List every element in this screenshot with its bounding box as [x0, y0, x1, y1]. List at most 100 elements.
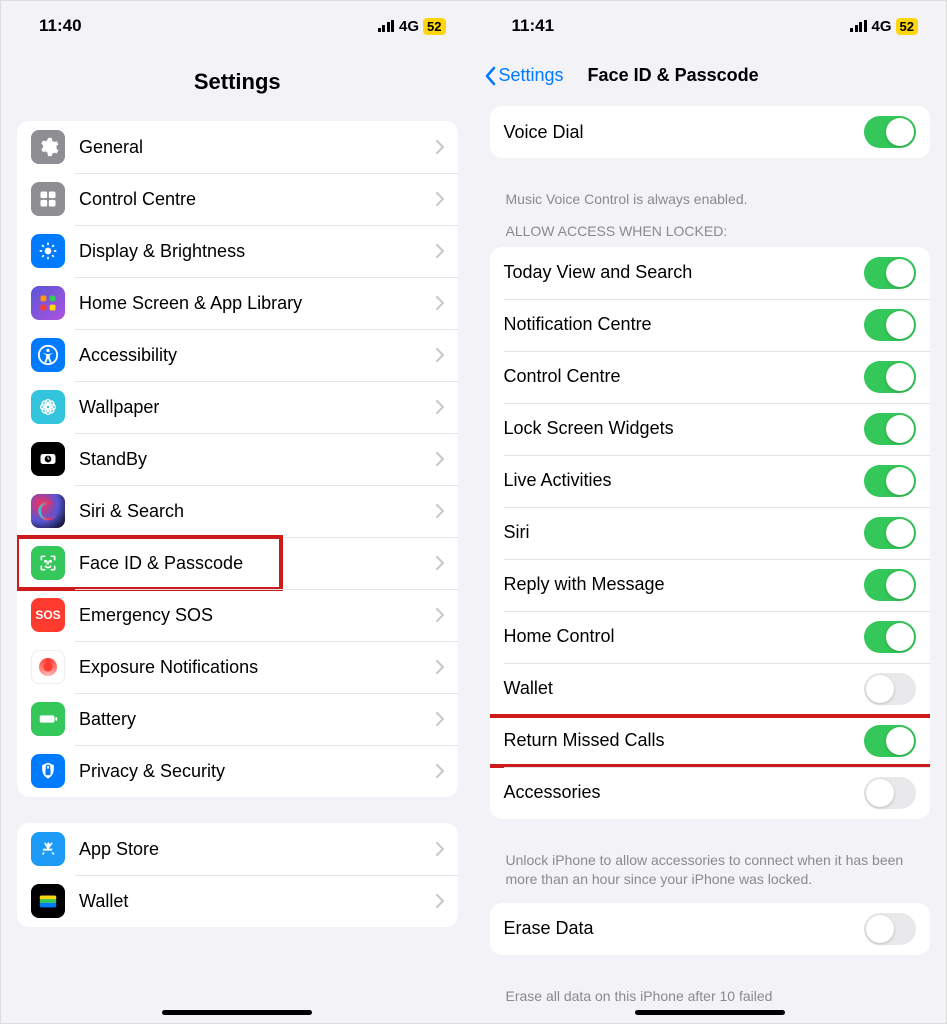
settings-row-wallpaper[interactable]: Wallpaper: [17, 381, 458, 433]
row-label: Accessibility: [79, 345, 436, 366]
settings-row-accessibility[interactable]: Accessibility: [17, 329, 458, 381]
row-label: Wallpaper: [79, 397, 436, 418]
settings-row-general[interactable]: General: [17, 121, 458, 173]
row-label: Privacy & Security: [79, 761, 436, 782]
exposure-icon: [31, 650, 65, 684]
settings-row-exposure[interactable]: Exposure Notifications: [17, 641, 458, 693]
chevron-right-icon: [436, 556, 444, 570]
settings-list[interactable]: General Control Centre Display & Brightnes…: [1, 121, 474, 1023]
access-row-wallet-access[interactable]: Wallet: [490, 663, 931, 715]
erase-data-row[interactable]: Erase Data: [490, 903, 931, 955]
battery-badge: 52: [423, 18, 445, 35]
chevron-right-icon: [436, 296, 444, 310]
wallpaper-icon: [31, 390, 65, 424]
chevron-right-icon: [436, 192, 444, 206]
settings-row-appstore[interactable]: App Store: [17, 823, 458, 875]
settings-row-faceid[interactable]: Face ID & Passcode: [17, 537, 458, 589]
row-label: Face ID & Passcode: [79, 553, 436, 574]
settings-row-wallet[interactable]: Wallet: [17, 875, 458, 927]
chevron-right-icon: [436, 400, 444, 414]
row-label: Display & Brightness: [79, 241, 436, 262]
row-label: Siri & Search: [79, 501, 436, 522]
row-label: Battery: [79, 709, 436, 730]
back-button[interactable]: Settings: [484, 65, 564, 86]
faceid-content[interactable]: Voice Dial Music Voice Control is always…: [474, 106, 947, 1023]
chevron-right-icon: [436, 348, 444, 362]
voice-dial-toggle[interactable]: [864, 116, 916, 148]
settings-row-sos[interactable]: SOSEmergency SOS: [17, 589, 458, 641]
settings-row-siri[interactable]: Siri & Search: [17, 485, 458, 537]
row-label: Notification Centre: [504, 314, 865, 335]
row-label: Return Missed Calls: [504, 730, 865, 751]
row-label: Home Screen & App Library: [79, 293, 436, 314]
settings-row-standby[interactable]: StandBy: [17, 433, 458, 485]
chevron-right-icon: [436, 660, 444, 674]
home-indicator[interactable]: [162, 1010, 312, 1015]
battery-icon: [31, 702, 65, 736]
nav-bar: Settings Face ID & Passcode: [474, 51, 947, 106]
status-bar: 11:41 4G 52: [474, 1, 947, 51]
access-row-today-view[interactable]: Today View and Search: [490, 247, 931, 299]
lock-widgets-toggle[interactable]: [864, 413, 916, 445]
row-label: Wallet: [504, 678, 865, 699]
return-missed-toggle[interactable]: [864, 725, 916, 757]
access-row-siri[interactable]: Siri: [490, 507, 931, 559]
settings-row-home-screen[interactable]: Home Screen & App Library: [17, 277, 458, 329]
row-label: General: [79, 137, 436, 158]
settings-panel: 11:40 4G 52 Settings GeneralControl Cent…: [1, 1, 474, 1023]
control-centre-icon: [31, 182, 65, 216]
chevron-right-icon: [436, 504, 444, 518]
signal-icon: [850, 20, 867, 32]
chevron-right-icon: [436, 894, 444, 908]
status-right: 4G 52: [850, 18, 918, 35]
allow-access-header: ALLOW ACCESS WHEN LOCKED:: [490, 223, 931, 247]
access-row-home-control[interactable]: Home Control: [490, 611, 931, 663]
row-label: Siri: [504, 522, 865, 543]
accessories-toggle[interactable]: [864, 777, 916, 809]
display-icon: [31, 234, 65, 268]
home-screen-icon: [31, 286, 65, 320]
access-row-reply-message[interactable]: Reply with Message: [490, 559, 931, 611]
reply-message-toggle[interactable]: [864, 569, 916, 601]
appstore-icon: [31, 832, 65, 866]
access-row-return-missed[interactable]: Return Missed Calls: [490, 715, 931, 767]
row-label: Lock Screen Widgets: [504, 418, 865, 439]
row-label: Wallet: [79, 891, 436, 912]
row-label: Voice Dial: [504, 122, 865, 143]
voice-dial-row[interactable]: Voice Dial: [490, 106, 931, 158]
battery-badge: 52: [896, 18, 918, 35]
access-row-live-activities[interactable]: Live Activities: [490, 455, 931, 507]
today-view-toggle[interactable]: [864, 257, 916, 289]
chevron-right-icon: [436, 842, 444, 856]
access-row-notification-centre[interactable]: Notification Centre: [490, 299, 931, 351]
row-label: StandBy: [79, 449, 436, 470]
settings-row-battery[interactable]: Battery: [17, 693, 458, 745]
wallet-access-toggle[interactable]: [864, 673, 916, 705]
row-label: Accessories: [504, 782, 865, 803]
row-label: Home Control: [504, 626, 865, 647]
access-row-control-centre[interactable]: Control Centre: [490, 351, 931, 403]
nav-title: Face ID & Passcode: [588, 65, 759, 86]
settings-row-display[interactable]: Display & Brightness: [17, 225, 458, 277]
erase-data-toggle[interactable]: [864, 913, 916, 945]
voice-dial-footer: Music Voice Control is always enabled.: [490, 184, 931, 223]
chevron-right-icon: [436, 140, 444, 154]
notification-centre-toggle[interactable]: [864, 309, 916, 341]
access-row-accessories[interactable]: Accessories: [490, 767, 931, 819]
privacy-icon: [31, 754, 65, 788]
row-label: Reply with Message: [504, 574, 865, 595]
access-row-lock-widgets[interactable]: Lock Screen Widgets: [490, 403, 931, 455]
settings-row-control-centre[interactable]: Control Centre: [17, 173, 458, 225]
live-activities-toggle[interactable]: [864, 465, 916, 497]
chevron-left-icon: [484, 66, 496, 86]
chevron-right-icon: [436, 608, 444, 622]
home-indicator[interactable]: [635, 1010, 785, 1015]
control-centre-toggle[interactable]: [864, 361, 916, 393]
settings-row-privacy[interactable]: Privacy & Security: [17, 745, 458, 797]
siri-toggle[interactable]: [864, 517, 916, 549]
network-label: 4G: [872, 18, 892, 35]
network-label: 4G: [399, 18, 419, 35]
row-label: Live Activities: [504, 470, 865, 491]
home-control-toggle[interactable]: [864, 621, 916, 653]
sos-icon: SOS: [31, 598, 65, 632]
